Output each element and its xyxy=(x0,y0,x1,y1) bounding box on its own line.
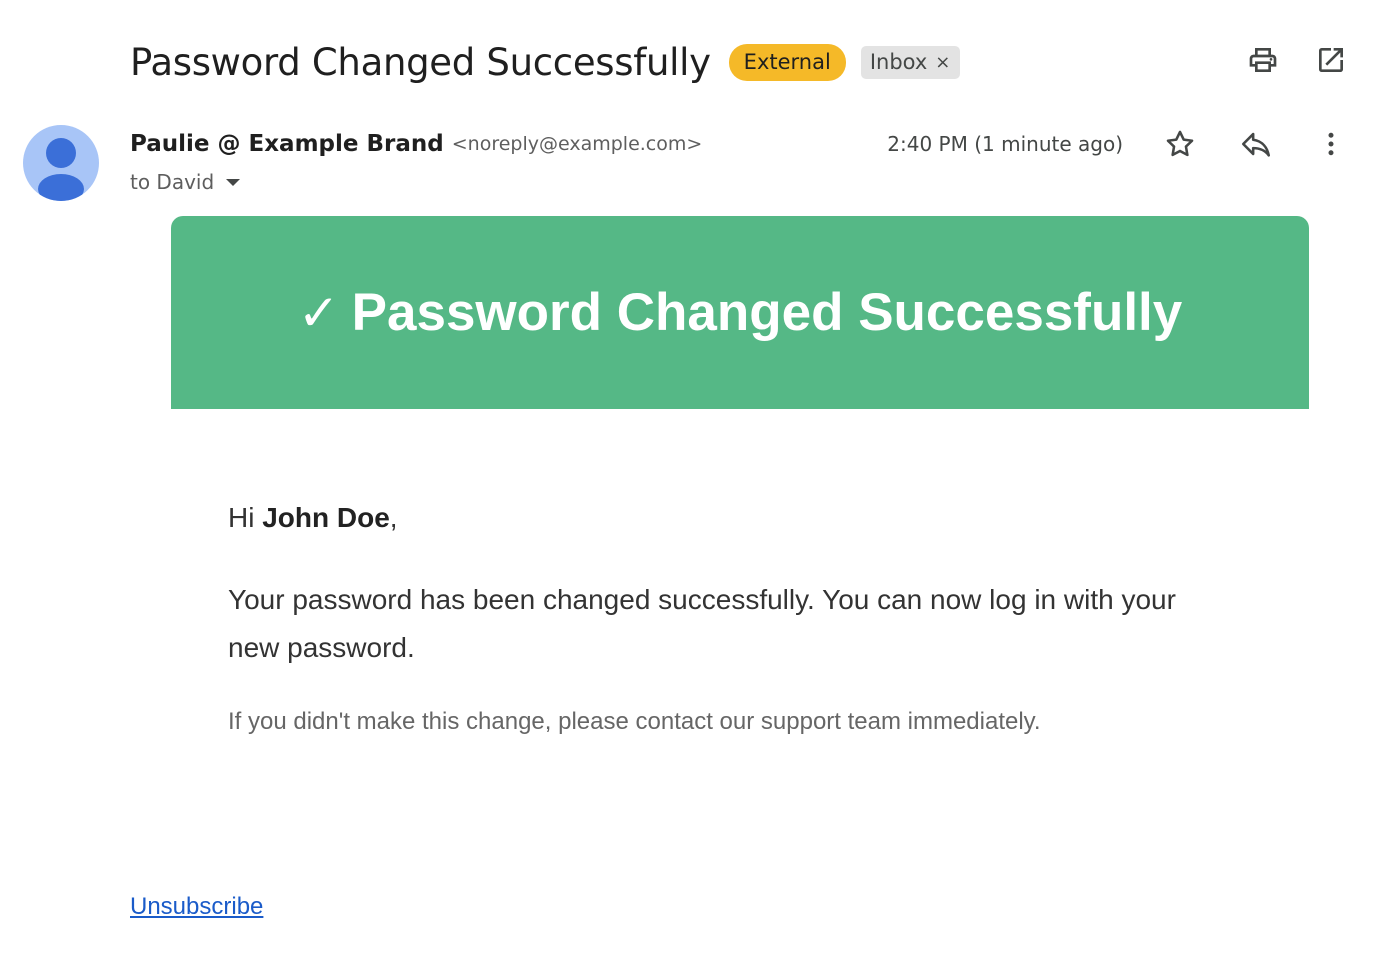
recipient-details-toggle[interactable]: to David xyxy=(130,167,241,197)
open-in-new-window-icon[interactable] xyxy=(1311,40,1351,80)
person-icon xyxy=(38,138,84,201)
remove-label-icon[interactable]: × xyxy=(935,46,950,79)
greeting-suffix: , xyxy=(389,502,398,533)
subject-row: Password Changed Successfully External I… xyxy=(130,36,961,88)
inbox-label: Inbox × xyxy=(860,45,961,79)
recipient-line: to David xyxy=(130,170,215,194)
inbox-label-text: Inbox xyxy=(869,49,928,74)
sender-name[interactable]: Paulie @ Example Brand xyxy=(130,131,444,157)
checkmark-icon: ✓ xyxy=(297,283,340,342)
star-icon[interactable] xyxy=(1160,124,1200,164)
reply-icon[interactable] xyxy=(1236,124,1276,164)
security-note: If you didn't make this change, please c… xyxy=(228,708,1041,735)
unsubscribe-link[interactable]: Unsubscribe xyxy=(130,893,263,921)
message-body: Your password has been changed successfu… xyxy=(228,584,1176,663)
email-timestamp: 2:40 PM (1 minute ago) xyxy=(887,132,1123,156)
banner-title: ✓ Password Changed Successfully xyxy=(298,282,1183,343)
greeting: Hi John Doe, xyxy=(228,502,398,534)
greeting-prefix: Hi xyxy=(228,502,263,533)
recipient-name: John Doe xyxy=(262,502,390,533)
sender-email: <noreply@example.com> xyxy=(451,133,703,155)
sender-line: Paulie @ Example Brand <noreply@example.… xyxy=(130,127,702,161)
email-subject: Password Changed Successfully xyxy=(130,40,711,84)
banner-title-text: Password Changed Successfully xyxy=(351,283,1183,342)
print-icon[interactable] xyxy=(1243,40,1283,80)
sender-avatar[interactable] xyxy=(23,125,99,201)
caret-down-icon xyxy=(226,178,241,186)
more-vert-icon[interactable] xyxy=(1311,124,1351,164)
external-label: External xyxy=(728,43,846,81)
success-banner: ✓ Password Changed Successfully xyxy=(171,216,1309,409)
